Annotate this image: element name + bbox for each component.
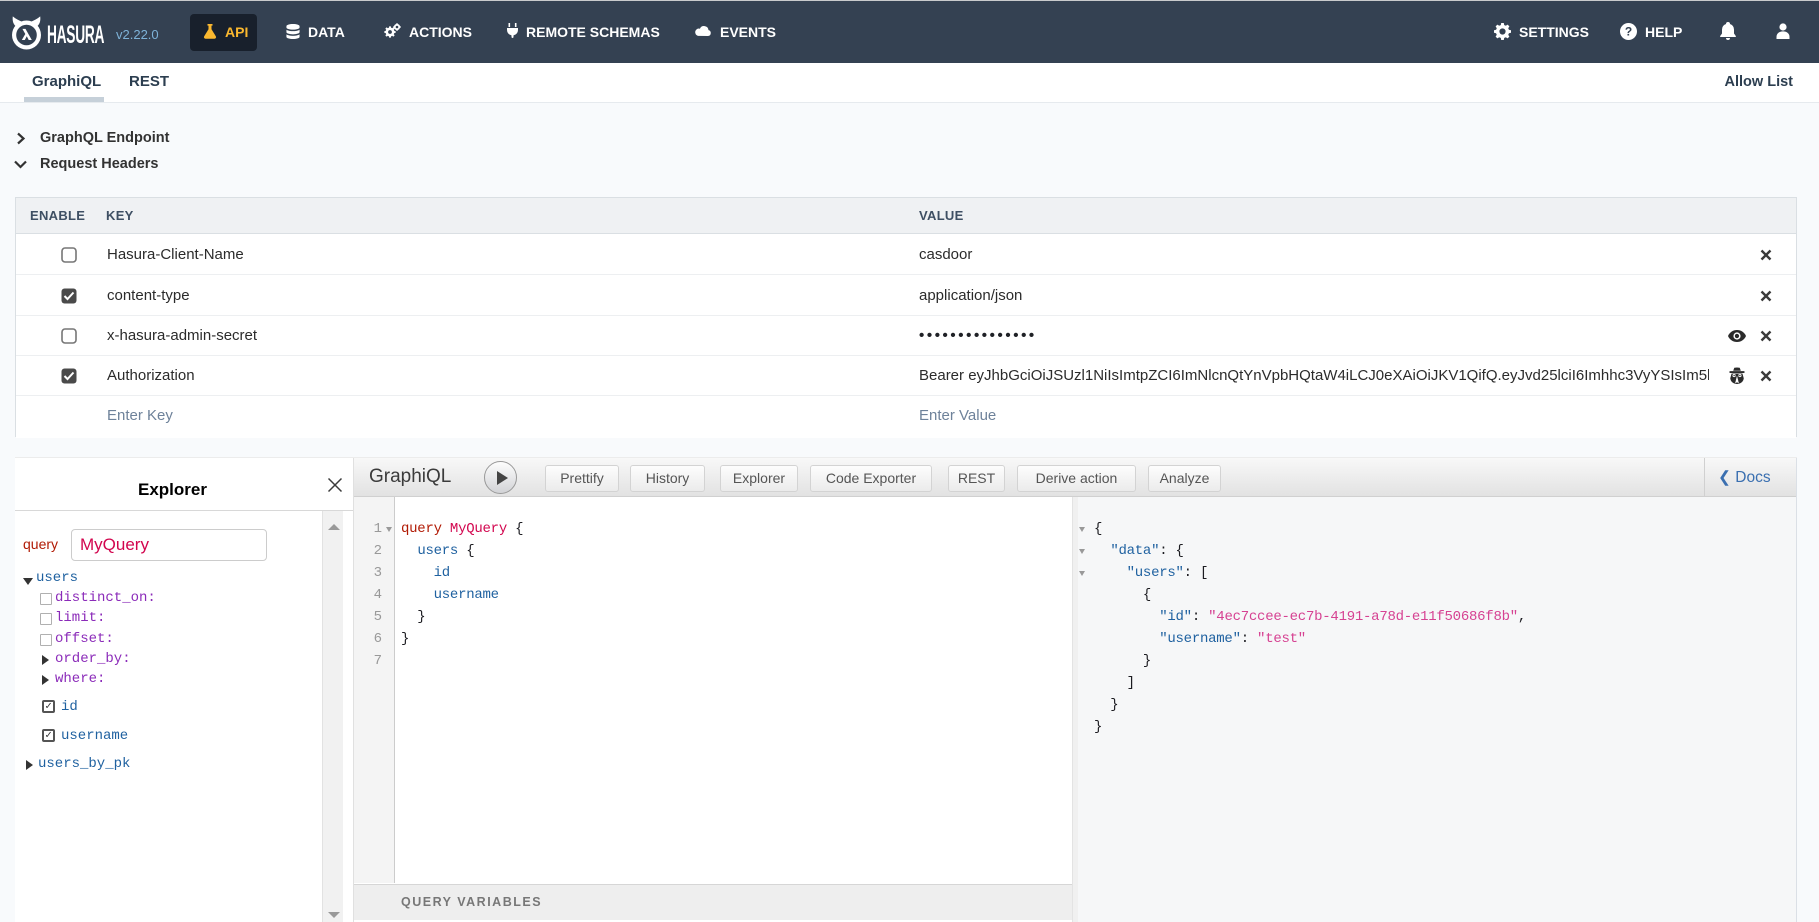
svg-text:?: ? [1625,24,1632,38]
